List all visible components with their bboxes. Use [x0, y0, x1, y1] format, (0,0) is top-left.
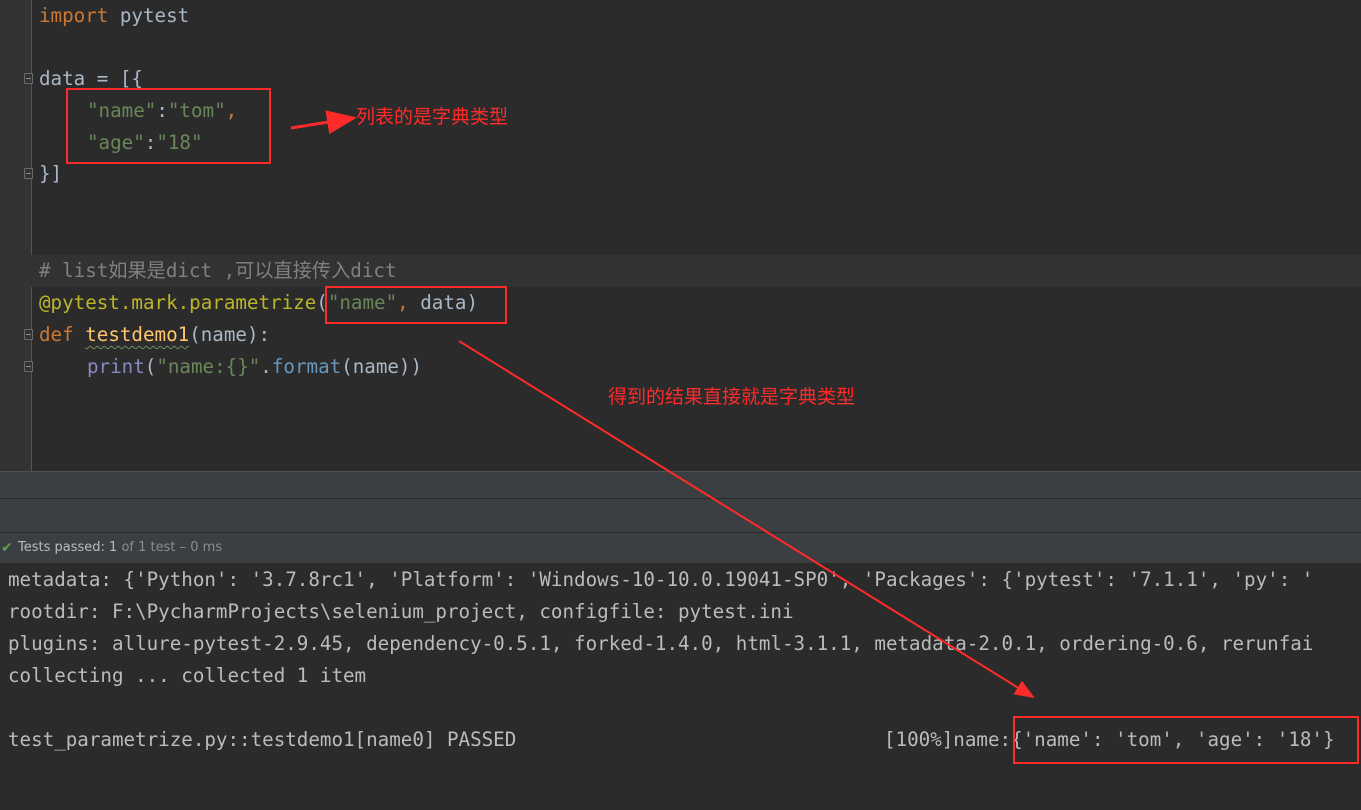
highlight-box-result [1013, 716, 1359, 764]
module-name: pytest [108, 4, 190, 27]
fold-marker-icon[interactable] [24, 329, 33, 340]
code-line[interactable]: def testdemo1(name): [39, 319, 270, 351]
fold-marker-icon[interactable] [24, 73, 33, 84]
code-line[interactable]: }] [39, 158, 62, 190]
open-paren: ( [144, 355, 157, 378]
run-toolbar [0, 498, 1361, 532]
console-line-rootdir: rootdir: F:\PycharmProjects\selenium_pro… [8, 600, 794, 623]
code-line[interactable]: import pytest [39, 0, 189, 32]
code-line[interactable]: print("name:{}".format(name)) [87, 351, 422, 383]
passed-label: Tests passed: [18, 540, 110, 555]
annotation-list-dict: 列表的是字典类型 [356, 106, 509, 128]
function-name: testdemo1 [85, 323, 190, 346]
keyword-def: def [39, 323, 74, 346]
dot: . [260, 355, 272, 378]
highlight-box-params [325, 286, 507, 324]
progress-text: [100%]name: [884, 728, 1012, 751]
builtin-print: print [87, 355, 145, 378]
fold-marker-icon[interactable] [24, 168, 33, 179]
test-status-bar: ✔ Tests passed: 1 of 1 test – 0 ms [0, 533, 1361, 563]
console-line-result: test_parametrize.py::testdemo1[name0] PA… [8, 728, 517, 751]
keyword-import: import [39, 4, 109, 27]
highlight-box-dict [66, 88, 271, 164]
test-status-text: Tests passed: 1 of 1 test – 0 ms [18, 533, 222, 563]
console-line-plugins: plugins: allure-pytest-2.9.45, dependenc… [8, 632, 1314, 655]
test-summary: of 1 test – 0 ms [117, 540, 223, 555]
check-icon: ✔ [1, 540, 13, 556]
console-line-collecting: collecting ... collected 1 item [8, 664, 367, 687]
function-signature: (name): [189, 323, 271, 346]
fold-marker-icon[interactable] [24, 361, 33, 372]
data-assignment: data = [{ [39, 67, 143, 90]
call-args: (name)) [341, 355, 423, 378]
format-method: format [271, 355, 342, 378]
console-line-metadata: metadata: {'Python': '3.7.8rc1', 'Platfo… [8, 568, 1314, 591]
panel-divider[interactable] [0, 471, 1361, 499]
format-string: "name:{}" [156, 355, 261, 378]
code-line-current[interactable]: # list如果是dict ,可以直接传入dict [31, 255, 1361, 287]
editor-gutter [0, 0, 33, 471]
code-comment: # list如果是dict ,可以直接传入dict [39, 259, 397, 282]
decorator: @pytest.mark.parametrize [39, 291, 317, 314]
annotation-result-dict: 得到的结果直接就是字典类型 [608, 386, 856, 408]
closing-bracket: }] [39, 162, 63, 185]
